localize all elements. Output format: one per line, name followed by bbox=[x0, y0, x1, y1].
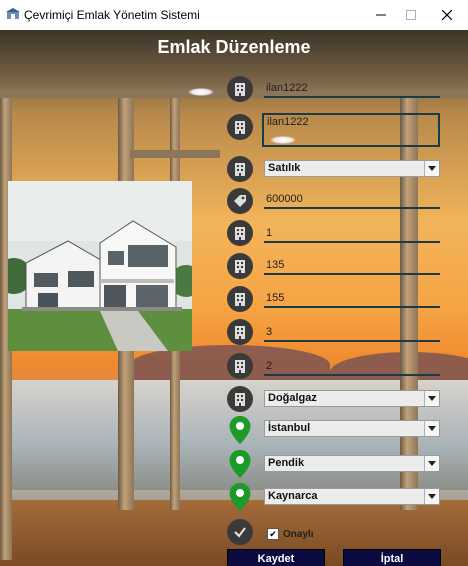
city-select-value: İstanbul bbox=[268, 422, 311, 434]
field-4[interactable]: 1 bbox=[264, 225, 440, 243]
neighborhood-select-value: Kaynarca bbox=[268, 490, 318, 502]
page-title: Emlak Düzenleme bbox=[157, 37, 311, 57]
checkmark-icon bbox=[227, 519, 253, 545]
neighborhood-select[interactable]: Kaynarca bbox=[264, 488, 440, 505]
app-window: Çevrimiçi Emlak Yönetim Sistemi Emlak Dü… bbox=[0, 0, 468, 566]
city-select[interactable]: İstanbul bbox=[264, 420, 440, 437]
field-6[interactable]: 155 bbox=[264, 290, 440, 308]
price-tag-icon bbox=[227, 188, 253, 214]
property-photo bbox=[8, 181, 192, 351]
building-icon bbox=[227, 114, 253, 140]
status-select[interactable]: Satılık bbox=[264, 160, 440, 177]
maximize-button[interactable] bbox=[394, 0, 428, 30]
field-8[interactable]: 2 bbox=[264, 358, 440, 376]
minimize-icon bbox=[376, 14, 386, 16]
approved-label: Onaylı bbox=[283, 528, 314, 540]
building-icon bbox=[227, 319, 253, 345]
field-5[interactable]: 135 bbox=[264, 257, 440, 275]
close-button[interactable] bbox=[430, 0, 464, 30]
close-icon bbox=[442, 10, 452, 20]
chevron-down-icon[interactable] bbox=[424, 161, 439, 176]
location-pin-icon bbox=[229, 416, 251, 444]
location-pin-icon bbox=[229, 450, 251, 478]
chevron-down-icon[interactable] bbox=[424, 391, 439, 406]
title-bar: Çevrimiçi Emlak Yönetim Sistemi bbox=[0, 0, 468, 30]
ceiling-lamp bbox=[188, 88, 214, 96]
app-icon bbox=[6, 8, 20, 19]
description-textarea[interactable]: ilan1222 bbox=[262, 113, 440, 147]
maximize-icon bbox=[406, 10, 416, 20]
heating-select[interactable]: Doğalgaz bbox=[264, 390, 440, 407]
approved-checkbox-row[interactable]: ✔ Onaylı bbox=[267, 527, 314, 541]
heating-select-value: Doğalgaz bbox=[268, 392, 317, 404]
building-icon bbox=[227, 386, 253, 412]
minimize-button[interactable] bbox=[364, 0, 398, 30]
window-title: Çevrimiçi Emlak Yönetim Sistemi bbox=[24, 8, 200, 22]
chevron-down-icon[interactable] bbox=[424, 456, 439, 471]
building-icon bbox=[227, 156, 253, 182]
price-field[interactable]: 600000 bbox=[264, 191, 440, 209]
field-7[interactable]: 3 bbox=[264, 324, 440, 342]
listing-id-field[interactable]: ilan1222 bbox=[264, 80, 440, 98]
building-icon bbox=[227, 286, 253, 312]
district-select-value: Pendik bbox=[268, 457, 305, 469]
building-icon bbox=[227, 220, 253, 246]
cancel-button[interactable]: İptal bbox=[343, 549, 441, 566]
chevron-down-icon[interactable] bbox=[424, 421, 439, 436]
building-icon bbox=[227, 76, 253, 102]
chevron-down-icon[interactable] bbox=[424, 489, 439, 504]
building-icon bbox=[227, 353, 253, 379]
status-select-value: Satılık bbox=[268, 162, 301, 174]
location-pin-icon bbox=[229, 483, 251, 511]
district-select[interactable]: Pendik bbox=[264, 455, 440, 472]
save-button[interactable]: Kaydet bbox=[227, 549, 325, 566]
window-frame bbox=[130, 150, 220, 158]
house-illustration bbox=[8, 181, 192, 351]
approved-checkbox[interactable]: ✔ bbox=[267, 528, 279, 540]
building-icon bbox=[227, 253, 253, 279]
